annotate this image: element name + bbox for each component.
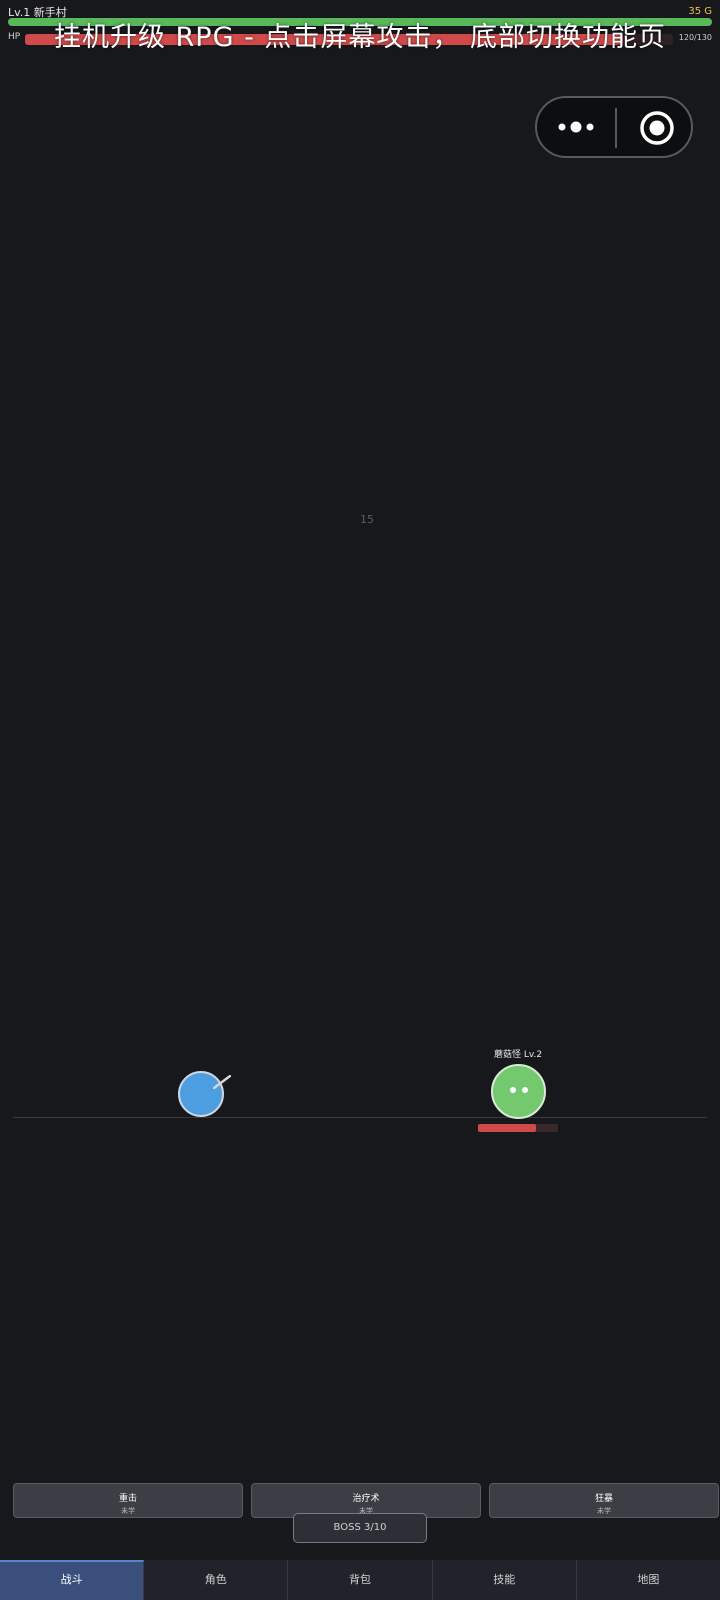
enemy-eye-right bbox=[522, 1087, 528, 1093]
tab-skills[interactable]: 技能 bbox=[433, 1560, 577, 1600]
instruction-title: 挂机升级 RPG - 点击屏幕攻击， 底部切换功能页 bbox=[53, 22, 667, 53]
enemy-character[interactable] bbox=[491, 1064, 546, 1119]
skill-status: 未学 bbox=[121, 1507, 135, 1515]
enemy-name-label: 蘑菇怪 Lv.2 bbox=[494, 1050, 543, 1060]
skill-button-berserk[interactable]: 狂暴 未学 bbox=[489, 1483, 719, 1518]
more-dots-icon[interactable] bbox=[557, 114, 597, 140]
skill-name: 重击 bbox=[118, 1494, 137, 1504]
skill-name: 狂暴 bbox=[594, 1494, 613, 1504]
sword-icon bbox=[213, 1075, 231, 1089]
floating-damage-number: 15 bbox=[360, 513, 374, 526]
tab-character[interactable]: 角色 bbox=[144, 1560, 289, 1600]
enemy-eye-left bbox=[510, 1087, 516, 1093]
enemy-hp-bar-fill bbox=[478, 1124, 536, 1132]
miniprogram-capsule bbox=[535, 96, 693, 158]
skill-status: 未学 bbox=[597, 1507, 611, 1515]
tab-battle[interactable]: 战斗 bbox=[0, 1560, 145, 1600]
skill-name: 治疗术 bbox=[352, 1494, 380, 1504]
bottom-tab-bar: 战斗 角色 背包 技能 地图 bbox=[0, 1560, 720, 1600]
tab-map[interactable]: 地图 bbox=[577, 1560, 720, 1600]
capsule-divider bbox=[615, 108, 617, 148]
boss-challenge-button[interactable]: BOSS 3/10 bbox=[293, 1513, 427, 1543]
ground-line bbox=[13, 1117, 707, 1118]
tab-inventory[interactable]: 背包 bbox=[288, 1560, 433, 1600]
battle-area[interactable] bbox=[0, 170, 720, 1470]
skill-button-heavy-strike[interactable]: 重击 未学 bbox=[13, 1483, 243, 1518]
close-target-icon[interactable] bbox=[639, 110, 675, 146]
